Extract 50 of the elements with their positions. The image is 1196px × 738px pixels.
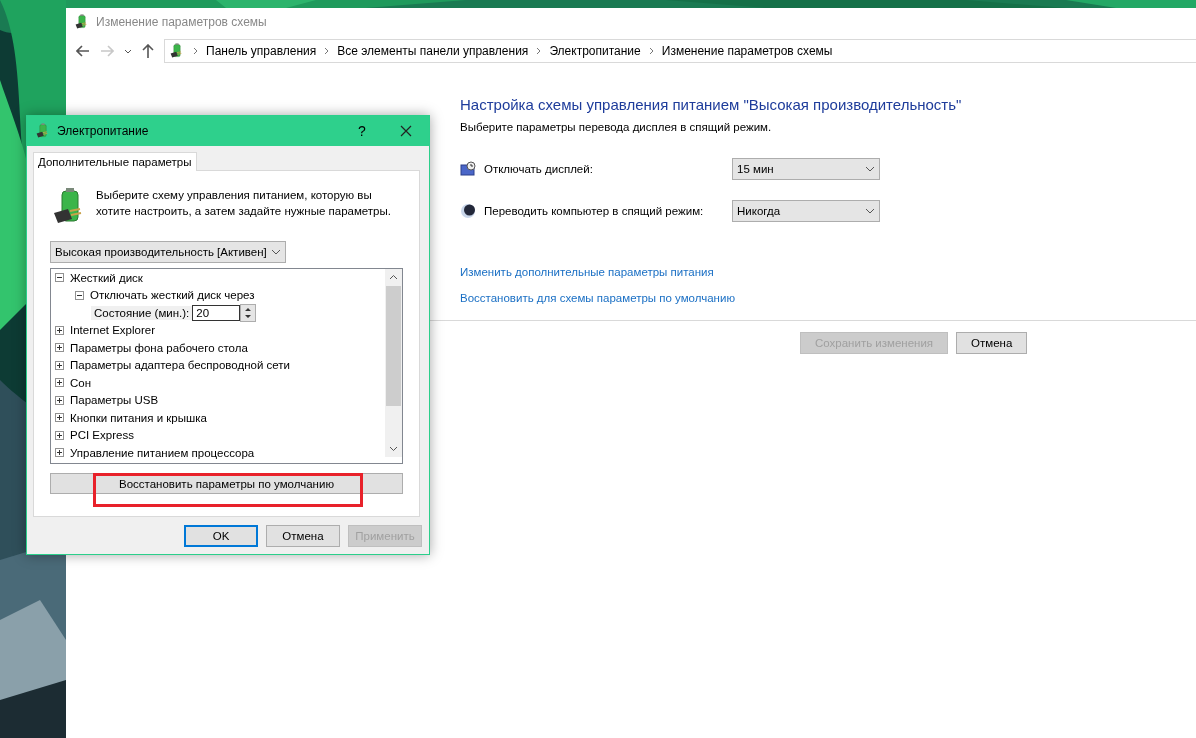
setting-label: Отключать дисплей: bbox=[484, 163, 593, 175]
tree-item[interactable]: Кнопки питания и крышка bbox=[70, 411, 207, 424]
scheme-dropdown[interactable]: Высокая производительность [Активен] bbox=[50, 241, 286, 263]
dialog-title: Электропитание bbox=[57, 124, 150, 138]
tree-item[interactable]: Internet Explorer bbox=[70, 324, 155, 337]
chevron-down-icon bbox=[270, 249, 281, 255]
scrollbar[interactable] bbox=[385, 269, 402, 457]
help-button[interactable]: ? bbox=[347, 123, 377, 139]
page-subheading: Выберите параметры перевода дисплея в спящий режим. bbox=[460, 121, 773, 133]
breadcrumb-item[interactable]: Электропитание bbox=[549, 44, 641, 58]
tree-item[interactable]: PCI Express bbox=[70, 429, 134, 442]
breadcrumb-item[interactable]: Панель управления bbox=[206, 44, 317, 58]
chevron-right-icon bbox=[324, 47, 330, 55]
setting-label: Переводить компьютер в спящий режим: bbox=[484, 205, 704, 217]
tree-item[interactable]: Жесткий диск bbox=[70, 271, 143, 284]
dropdown[interactable]: 15 мин bbox=[732, 158, 880, 180]
chevron-right-icon bbox=[648, 47, 654, 55]
cancel-button[interactable]: Отмена bbox=[956, 332, 1028, 354]
address-bar[interactable]: Панель управления Все элементы панели управления Электропитание Изменение параметров схемы bbox=[164, 39, 1196, 63]
tab[interactable]: Дополнительные параметры bbox=[33, 152, 197, 171]
dropdown[interactable]: Никогда bbox=[732, 200, 880, 222]
tree-item[interactable]: Управление питанием процессора bbox=[70, 446, 255, 459]
moon-icon bbox=[460, 203, 476, 219]
ok-button[interactable]: OK bbox=[184, 525, 258, 547]
link[interactable]: Изменить дополнительные параметры питания bbox=[460, 266, 714, 278]
monitor-clock-icon bbox=[460, 161, 476, 177]
chevron-right-icon bbox=[536, 47, 542, 55]
breadcrumb-item[interactable]: Все элементы панели управления bbox=[337, 44, 529, 58]
cancel-button[interactable]: Отмена bbox=[266, 525, 340, 547]
minutes-field[interactable]: 20 bbox=[192, 304, 241, 321]
tree-item[interactable]: Параметры фона рабочего стола bbox=[70, 341, 248, 354]
collapse-icon[interactable] bbox=[75, 290, 84, 300]
up-arrow-icon[interactable] bbox=[142, 44, 154, 58]
page-heading: Настройка схемы управления питанием "Высокая производительность" bbox=[460, 96, 963, 113]
link[interactable]: Восстановить для схемы параметры по умолчанию bbox=[460, 292, 735, 304]
chevron-right-icon bbox=[193, 47, 198, 55]
back-arrow-icon[interactable] bbox=[76, 45, 90, 57]
breadcrumb-item[interactable]: Изменение параметров схемы bbox=[661, 44, 833, 58]
setting-label: Состояние (мин.): bbox=[91, 305, 193, 320]
chevron-down-icon[interactable] bbox=[124, 48, 132, 54]
spin-buttons-icon[interactable] bbox=[240, 303, 257, 322]
chevron-down-icon bbox=[865, 166, 875, 172]
close-icon bbox=[400, 125, 412, 137]
chevron-down-icon bbox=[865, 208, 875, 214]
window-title: Изменение параметров схемы bbox=[96, 15, 267, 29]
tree-item[interactable]: Отключать жесткий диск через bbox=[90, 289, 255, 302]
tree-item[interactable]: Сон bbox=[70, 376, 92, 389]
intro-text: Выберите схему управления питанием, которую вы хотите настроить, а затем задайте нужные параметры. bbox=[96, 188, 392, 219]
tree-item[interactable]: Параметры адаптера беспроводной сети bbox=[70, 359, 291, 372]
tree-item[interactable]: Параметры USB bbox=[70, 394, 159, 407]
